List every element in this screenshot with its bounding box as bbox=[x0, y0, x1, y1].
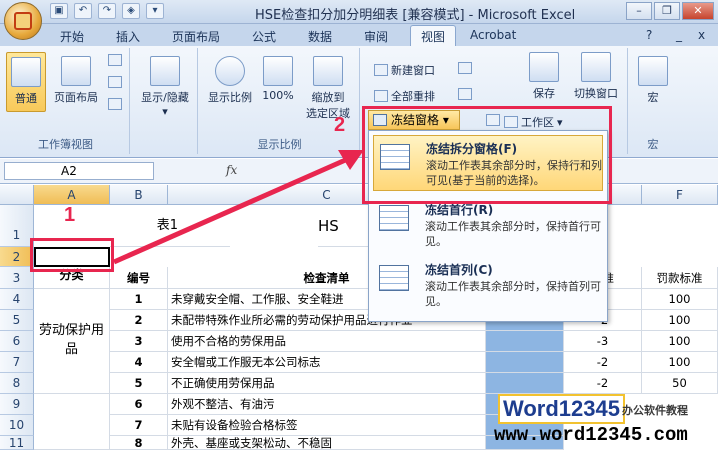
annotation-number-1: 1 bbox=[64, 204, 76, 226]
watermark-tagline: 办公软件教程 bbox=[622, 404, 688, 417]
watermark: Word12345 办公软件教程 www.word12345.com bbox=[490, 392, 718, 450]
watermark-url: www.word12345.com bbox=[494, 424, 688, 446]
annotation-number-2: 2 bbox=[334, 114, 346, 136]
watermark-brand: Word12345 bbox=[498, 394, 625, 424]
annotation-arrow bbox=[112, 150, 364, 265]
